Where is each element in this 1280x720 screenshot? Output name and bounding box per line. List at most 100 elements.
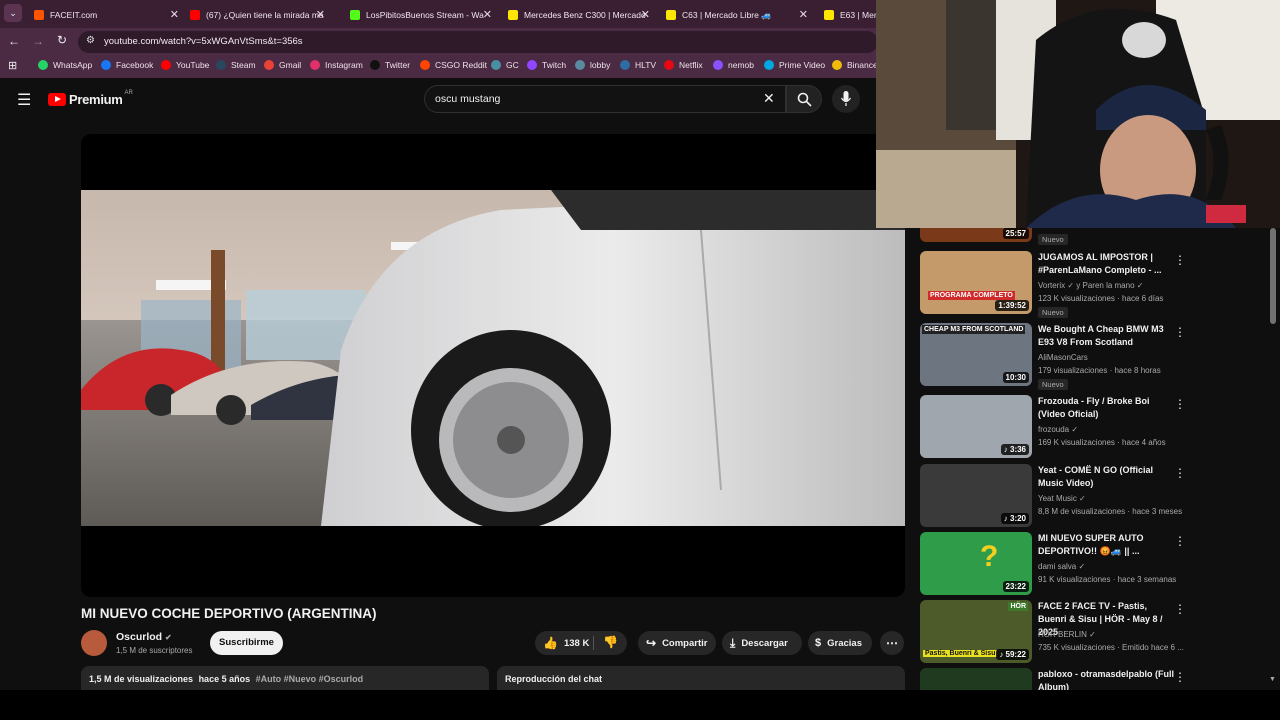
lobby-icon (575, 60, 585, 70)
back-arrow-icon[interactable]: ← (8, 34, 20, 48)
bookmark-csgo-reddit[interactable]: CSGO Reddit (420, 60, 487, 70)
youtube-logo[interactable]: Premium AR (48, 90, 133, 107)
bookmark-whatsapp[interactable]: WhatsApp (38, 60, 92, 70)
recommendation-channel[interactable]: Vorterix ✓ y Paren la mano ✓ (1038, 281, 1143, 290)
recommendation-meta: 91 K visualizaciones · hace 3 semanas (1038, 575, 1177, 584)
search-input[interactable]: oscu mustang ✕ (424, 85, 786, 113)
browser-tab[interactable]: LosPibitosBuenos Stream - Wa ✕ (350, 4, 492, 26)
recommendation-item[interactable]: pabloxo - otramasdelpablo (Full Album) ⋮ (920, 668, 1190, 690)
channel-name-text: Oscurlod (116, 631, 163, 643)
share-button[interactable]: ↪ Compartir (638, 631, 716, 655)
reload-icon[interactable]: ↻ (57, 33, 67, 47)
bookmark-youtube[interactable]: YouTube (161, 60, 209, 70)
recommendation-channel[interactable]: frozouda ✓ (1038, 425, 1078, 434)
tab-list-chevron-icon[interactable]: ⌄ (4, 4, 22, 22)
forward-arrow-icon[interactable]: → (32, 34, 44, 48)
bookmark-netflix[interactable]: Netflix (664, 60, 703, 70)
recommendation-item[interactable]: ♪ 3:20 Yeat - COMË N GO (Official Music … (920, 464, 1190, 530)
video-thumbnail[interactable] (920, 668, 1032, 690)
recommendation-item[interactable]: HÖR Pastis, Buenri & Sisu ♪ 59:22 FACE 2… (920, 600, 1190, 666)
video-frame[interactable] (81, 190, 905, 526)
hamburger-menu-icon[interactable]: ☰ (17, 90, 31, 110)
clear-search-icon[interactable]: ✕ (763, 90, 775, 107)
video-thumbnail[interactable]: ♪ 3:36 (920, 395, 1032, 458)
video-player[interactable] (81, 134, 905, 597)
scroll-down-arrow-icon[interactable]: ▼ (1269, 676, 1276, 683)
voice-search-button[interactable] (832, 85, 860, 113)
dislike-thumb-icon[interactable]: 👎 (603, 635, 618, 649)
bookmark-twitter[interactable]: Twitter (370, 60, 410, 70)
hashtags[interactable]: #Auto #Nuevo #Oscurlod (256, 674, 364, 684)
bookmark-steam[interactable]: Steam (216, 60, 256, 70)
more-actions-icon[interactable]: ⋯ (880, 631, 904, 655)
video-thumbnail[interactable]: HÖR Pastis, Buenri & Sisu ♪ 59:22 (920, 600, 1032, 663)
bookmark-facebook[interactable]: Facebook (101, 60, 153, 70)
browser-tab[interactable]: Mercedes Benz C300 | Mercado ✕ (508, 4, 650, 26)
gc-icon (491, 60, 501, 70)
more-vertical-icon[interactable]: ⋮ (1174, 397, 1186, 411)
like-thumb-icon[interactable]: 👍 (543, 636, 558, 650)
channel-avatar[interactable] (81, 630, 107, 656)
bookmark-nemob[interactable]: nemob (713, 60, 754, 70)
bookmark-twitch[interactable]: Twitch (527, 60, 566, 70)
site-info-icon[interactable]: ⚙ (86, 35, 95, 46)
more-vertical-icon[interactable]: ⋮ (1174, 253, 1186, 267)
recommendation-channel[interactable]: HÖR BERLIN ✓ (1038, 630, 1096, 639)
more-vertical-icon[interactable]: ⋮ (1174, 670, 1186, 684)
logo-text: Premium (69, 92, 123, 107)
thanks-button[interactable]: $ Gracias (808, 631, 872, 655)
more-vertical-icon[interactable]: ⋮ (1174, 602, 1186, 616)
binance-icon (832, 60, 842, 70)
channel-name[interactable]: Oscurlod ✔ (116, 631, 172, 643)
recommendation-channel[interactable]: AliMasonCars (1038, 353, 1088, 362)
chat-replay-header[interactable]: Reproducción del chat (497, 666, 905, 690)
close-tab-icon[interactable]: ✕ (799, 8, 808, 21)
like-dislike-group: 👍 138 K 👎 (535, 631, 627, 655)
recommendation-title[interactable]: MI NUEVO SUPER AUTO DEPORTIVO!! 😡🚙 || ..… (1038, 532, 1178, 558)
apps-grid-icon[interactable]: ⊞ (8, 59, 17, 72)
download-button[interactable]: ⤓ Descargar (722, 631, 802, 655)
like-count[interactable]: 138 K (564, 638, 589, 649)
browser-tab[interactable]: C63 | Mercado Libre 🚙 ✕ (666, 4, 808, 26)
recommendation-title[interactable]: pabloxo - otramasdelpablo (Full Album) (1038, 668, 1178, 690)
bookmark-binance[interactable]: Binance (832, 60, 878, 70)
close-tab-icon[interactable]: ✕ (170, 8, 179, 21)
recommendation-title[interactable]: Frozouda - Fly / Broke Boi (Video Oficia… (1038, 395, 1178, 421)
video-thumbnail[interactable]: PROGRAMA COMPLETO 1:39:52 (920, 251, 1032, 314)
search-button[interactable] (786, 85, 822, 113)
video-thumbnail[interactable]: ? 23:22 (920, 532, 1032, 595)
recommendation-title[interactable]: Yeat - COMË N GO (Official Music Video) (1038, 464, 1178, 490)
close-tab-icon[interactable]: ✕ (316, 8, 325, 21)
browser-tab[interactable]: (67) ¿Quien tiene la mirada ma ✕ (190, 4, 325, 26)
bookmark-gmail[interactable]: Gmail (264, 60, 301, 70)
browser-tab[interactable]: FACEIT.com ✕ (34, 4, 179, 26)
mercadolibre-icon (824, 10, 834, 20)
subscribe-button[interactable]: Suscribirme (210, 631, 283, 655)
video-thumbnail[interactable]: CHEAP M3 FROM SCOTLAND 10:30 (920, 323, 1032, 386)
youtube-icon (190, 10, 200, 20)
recommendation-channel[interactable]: dami salva ✓ (1038, 562, 1085, 571)
recommendation-item[interactable]: PROGRAMA COMPLETO 1:39:52 JUGAMOS AL IMP… (920, 251, 1190, 318)
bookmark-prime-video[interactable]: Prime Video (764, 60, 825, 70)
more-vertical-icon[interactable]: ⋮ (1174, 466, 1186, 480)
bookmark-gc[interactable]: GC (491, 60, 519, 70)
scrollbar-thumb[interactable] (1270, 228, 1276, 324)
subscriber-count: 1,5 M de suscriptores (116, 646, 193, 655)
address-bar[interactable]: ⚙ youtube.com/watch?v=5xWGAnVtSms&t=356s (78, 31, 878, 53)
browser-tab[interactable]: E63 | Merc (824, 4, 876, 26)
recommendation-title[interactable]: JUGAMOS AL IMPOSTOR | #ParenLaMano Compl… (1038, 251, 1178, 277)
close-tab-icon[interactable]: ✕ (641, 8, 650, 21)
bookmark-lobby[interactable]: lobby (575, 60, 610, 70)
video-thumbnail[interactable]: ♪ 3:20 (920, 464, 1032, 527)
recommendation-item[interactable]: ♪ 3:36 Frozouda - Fly / Broke Boi (Video… (920, 395, 1190, 461)
recommendation-item[interactable]: ? 23:22 MI NUEVO SUPER AUTO DEPORTIVO!! … (920, 532, 1190, 598)
bookmark-instagram[interactable]: Instagram (310, 60, 363, 70)
recommendation-item[interactable]: CHEAP M3 FROM SCOTLAND 10:30 We Bought A… (920, 323, 1190, 390)
bookmark-hltv[interactable]: HLTV (620, 60, 656, 70)
description-box[interactable]: 1,5 M de visualizaciones hace 5 años #Au… (81, 666, 489, 690)
close-tab-icon[interactable]: ✕ (483, 8, 492, 21)
more-vertical-icon[interactable]: ⋮ (1174, 325, 1186, 339)
more-vertical-icon[interactable]: ⋮ (1174, 534, 1186, 548)
recommendation-channel[interactable]: Yeat Music ✓ (1038, 494, 1086, 503)
recommendation-title[interactable]: We Bought A Cheap BMW M3 E93 V8 From Sco… (1038, 323, 1178, 349)
